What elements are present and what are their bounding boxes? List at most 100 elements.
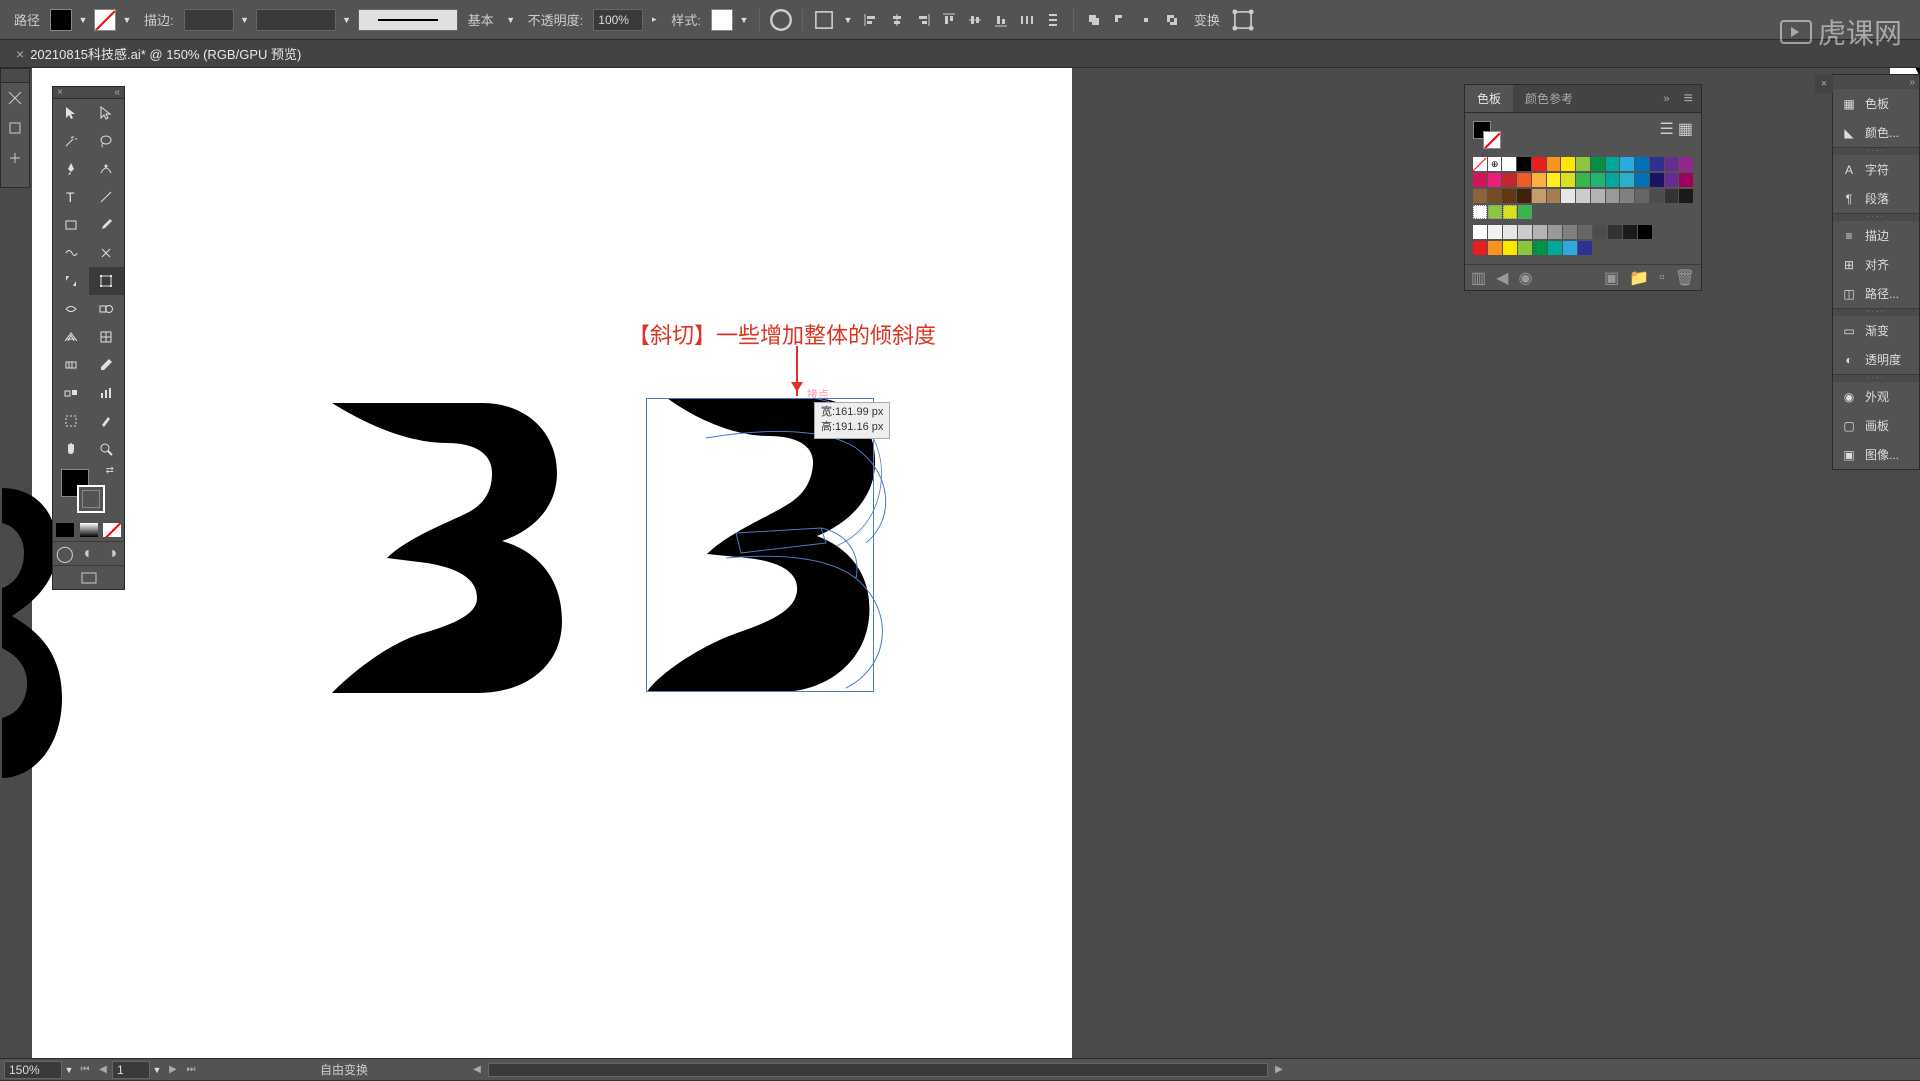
strip-pathfinder[interactable]: ◫路径... — [1833, 279, 1919, 308]
rectangle-tool[interactable] — [53, 211, 89, 239]
align-left-icon[interactable] — [859, 8, 883, 32]
color-mode-solid[interactable] — [53, 519, 77, 541]
swatch-cell[interactable] — [1578, 241, 1592, 255]
stroke-weight-input[interactable] — [184, 9, 234, 31]
swatch-cell[interactable] — [1561, 173, 1575, 187]
distribute-v-icon[interactable] — [1041, 8, 1065, 32]
blend-tool[interactable] — [53, 379, 89, 407]
swatch-cell[interactable] — [1606, 189, 1620, 203]
zoom-input[interactable] — [4, 1061, 62, 1079]
swatch-cell[interactable] — [1502, 189, 1516, 203]
swatch-cell[interactable] — [1650, 157, 1664, 171]
dock-item-2[interactable] — [1, 113, 29, 143]
swatch-cell[interactable] — [1503, 225, 1517, 239]
strip-appearance[interactable]: ◉外观 — [1833, 382, 1919, 411]
align-vcenter-icon[interactable] — [963, 8, 987, 32]
brush-profile[interactable] — [358, 9, 458, 31]
hand-tool[interactable] — [53, 435, 89, 463]
exclude-icon[interactable] — [1160, 8, 1184, 32]
graphic-style-swatch[interactable] — [711, 9, 733, 31]
swatch-cell[interactable] — [1473, 225, 1487, 239]
swatch-cell[interactable] — [1533, 225, 1547, 239]
swatch-cell[interactable] — [1548, 225, 1562, 239]
strip-close-icon[interactable]: × — [1815, 75, 1833, 93]
swatch-cell[interactable] — [1502, 157, 1516, 171]
swatch-cell[interactable] — [1679, 189, 1693, 203]
draw-inside-icon[interactable]: ◑ — [100, 542, 124, 565]
isolate-dropdown[interactable]: ▼ — [841, 9, 855, 31]
slice-tool[interactable] — [89, 407, 125, 435]
eyedropper-tool[interactable] — [89, 351, 125, 379]
swatch-cell[interactable] — [1606, 173, 1620, 187]
profile-dropdown[interactable]: ▼ — [504, 9, 518, 31]
strip-stroke[interactable]: ≡描边 — [1833, 221, 1919, 250]
horizontal-scrollbar[interactable]: ◀ ▶ — [468, 1061, 1288, 1079]
nav-last-icon[interactable]: ⏭ — [182, 1061, 200, 1079]
strip-color[interactable]: ◣颜色... — [1833, 118, 1919, 147]
swatch-cell[interactable] — [1620, 189, 1634, 203]
swatch-cell[interactable] — [1547, 173, 1561, 187]
swatch-cell[interactable] — [1473, 241, 1487, 255]
swatch-cell[interactable] — [1591, 173, 1605, 187]
swap-fill-stroke-icon[interactable]: ⇄ — [106, 465, 114, 476]
stroke-dropdown[interactable]: ▼ — [120, 9, 134, 31]
document-tab[interactable]: × 20210815科技感.ai* @ 150% (RGB/GPU 预览) — [8, 44, 309, 63]
swatch-cell[interactable] — [1563, 241, 1577, 255]
screen-mode-button[interactable] — [53, 565, 124, 589]
variable-width-input[interactable] — [256, 9, 336, 31]
zoom-dropdown[interactable]: ▼ — [62, 1059, 76, 1081]
swatch-cell[interactable] — [1563, 225, 1577, 239]
direct-selection-tool[interactable] — [89, 99, 125, 127]
recolor-icon[interactable] — [768, 7, 794, 33]
type-tool[interactable]: T — [53, 183, 89, 211]
strip-paragraph[interactable]: ¶段落 — [1833, 184, 1919, 213]
swatch-cell[interactable] — [1623, 225, 1637, 239]
swatch-cell[interactable] — [1473, 157, 1487, 171]
new-swatch-icon[interactable]: ▫ — [1659, 269, 1665, 287]
zoom-tool[interactable] — [89, 435, 125, 463]
scroll-right-icon[interactable]: ▶ — [1270, 1061, 1288, 1079]
mesh-tool[interactable] — [89, 323, 125, 351]
swatch-cell[interactable] — [1532, 157, 1546, 171]
perspective-grid-tool[interactable] — [53, 323, 89, 351]
swatch-cell[interactable] — [1591, 157, 1605, 171]
grid-view-icon[interactable]: ▦ — [1678, 119, 1693, 139]
scroll-left-icon[interactable]: ◀ — [468, 1061, 486, 1079]
swatch-cell[interactable] — [1488, 241, 1502, 255]
swatch-cell[interactable] — [1561, 189, 1575, 203]
draw-behind-icon[interactable]: ◐ — [77, 542, 101, 565]
swatch-cell[interactable] — [1517, 189, 1531, 203]
swatch-cell[interactable] — [1665, 189, 1679, 203]
swatch-cell[interactable] — [1665, 157, 1679, 171]
swatch-cell[interactable] — [1650, 189, 1664, 203]
swatch-cell[interactable] — [1593, 225, 1607, 239]
nav-prev-icon[interactable]: ◀ — [94, 1061, 112, 1079]
lasso-tool[interactable] — [89, 127, 125, 155]
close-icon[interactable]: × — [16, 46, 24, 62]
fill-dropdown[interactable]: ▼ — [76, 9, 90, 31]
swatch-cell[interactable] — [1561, 157, 1575, 171]
nav-first-icon[interactable]: ⏮ — [76, 1061, 94, 1079]
nav-next-icon[interactable]: ▶ — [164, 1061, 182, 1079]
swatch-cell[interactable] — [1502, 173, 1516, 187]
swatch-library-icon[interactable]: ▥ — [1471, 268, 1486, 288]
artboard-number-input[interactable] — [112, 1061, 150, 1079]
fill-swatch[interactable] — [50, 9, 72, 31]
mini-stroke[interactable] — [1483, 131, 1501, 149]
swatch-cell[interactable] — [1606, 157, 1620, 171]
stroke-swatch[interactable] — [94, 9, 116, 31]
swatch-cell[interactable] — [1548, 241, 1562, 255]
color-mode-none[interactable] — [100, 519, 124, 541]
swatch-cell[interactable] — [1533, 241, 1547, 255]
swatch-cell[interactable] — [1518, 225, 1532, 239]
swatch-fill-stroke[interactable] — [1473, 121, 1503, 151]
strip-artboards[interactable]: ▢画板 — [1833, 411, 1919, 440]
swatch-cell[interactable] — [1473, 173, 1487, 187]
swatch-cell[interactable] — [1518, 241, 1532, 255]
strip-transparency[interactable]: ◐透明度 — [1833, 345, 1919, 374]
swatch-cell[interactable] — [1473, 189, 1487, 203]
swatch-cell[interactable] — [1620, 173, 1634, 187]
vw-dropdown[interactable]: ▼ — [340, 9, 354, 31]
minus-front-icon[interactable] — [1108, 8, 1132, 32]
isolate-icon[interactable] — [811, 7, 837, 33]
